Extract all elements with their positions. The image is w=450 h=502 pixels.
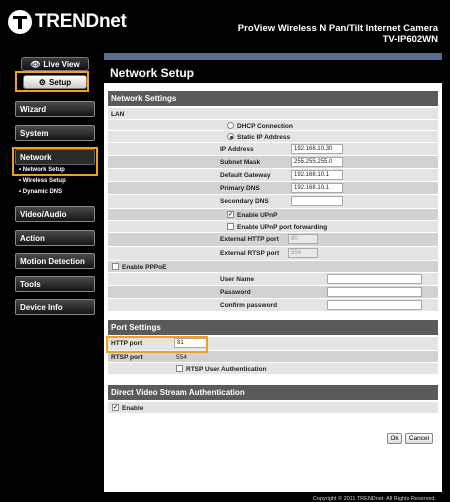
confirm-label: Confirm password	[220, 302, 278, 309]
pppoe-checkbox[interactable]	[112, 263, 119, 270]
setup-highlight	[15, 71, 89, 92]
mask-input[interactable]: 255.255.255.0	[291, 157, 343, 167]
live-view-label: Live View	[43, 59, 80, 69]
ip-label: IP Address	[220, 146, 254, 153]
cancel-button[interactable]: Cancel	[405, 433, 433, 444]
direct-video-enable-row: ✓ Enable	[108, 402, 438, 414]
lan-label: LAN	[111, 111, 125, 118]
pppoe-label: Enable PPPoE	[122, 264, 167, 271]
rtsp-auth-checkbox[interactable]	[176, 365, 183, 372]
rtsp-port-label: RTSP port	[111, 354, 143, 361]
ext-http-row: External HTTP port 80	[108, 233, 438, 247]
ok-button[interactable]: Ok	[387, 433, 402, 444]
menu-system[interactable]: System	[15, 125, 95, 141]
product-name: ProView Wireless N Pan/Tilt Internet Cam…	[237, 23, 438, 34]
trendnet-logo: TRENDnet	[8, 9, 127, 35]
upnp-checkbox[interactable]: ✓	[227, 211, 234, 218]
ip-row: IP Address 192.168.10.30	[108, 143, 438, 156]
ext-http-label: External HTTP port	[220, 236, 279, 243]
upnp-fwd-checkbox[interactable]	[227, 223, 234, 230]
menu-device-info[interactable]: Device Info	[15, 299, 95, 315]
page-title: Network Setup	[104, 60, 442, 83]
gateway-row: Default Gateway 192.168.10.1	[108, 169, 438, 182]
password-input[interactable]	[327, 287, 422, 297]
menu-tools[interactable]: Tools	[15, 276, 95, 292]
upnp-label: Enable UPnP	[237, 212, 278, 219]
submenu-wireless-setup[interactable]: • Wireless Setup	[19, 178, 66, 184]
panel-top-bar	[104, 53, 442, 60]
dns1-input[interactable]: 192.168.10.1	[291, 183, 343, 193]
password-row: Password	[108, 286, 438, 299]
password-label: Password	[220, 289, 251, 296]
dns2-label: Secondary DNS	[220, 198, 269, 205]
gateway-label: Default Gateway	[220, 172, 271, 179]
static-ip-radio[interactable]	[227, 133, 234, 140]
network-highlight	[12, 147, 98, 176]
direct-video-checkbox[interactable]: ✓	[112, 404, 119, 411]
upnp-row: ✓ Enable UPnP	[108, 209, 438, 221]
upnp-fwd-label: Enable UPnP port forwarding	[237, 224, 328, 231]
dhcp-label: DHCP Connection	[237, 123, 293, 130]
ext-rtsp-label: External RTSP port	[220, 250, 280, 257]
dns2-input[interactable]	[291, 196, 343, 206]
product-model: TV-IP602WN	[382, 34, 438, 45]
username-label: User Name	[220, 276, 254, 283]
pppoe-row: Enable PPPoE	[108, 261, 438, 273]
confirm-input[interactable]	[327, 300, 422, 310]
content-panel: Network Setup Network Settings LAN DHCP …	[104, 53, 442, 492]
live-view-button[interactable]: 👁 Live View	[21, 57, 89, 71]
port-settings-header: Port Settings	[108, 320, 438, 335]
network-settings-header: Network Settings	[108, 91, 438, 106]
direct-video-label: Enable	[122, 405, 144, 412]
menu-wizard[interactable]: Wizard	[15, 101, 95, 117]
confirm-row: Confirm password	[108, 299, 438, 312]
menu-video-audio[interactable]: Video/Audio	[15, 206, 95, 222]
brand-name: TRENDnet	[35, 11, 127, 32]
rtsp-auth-row: RTSP User Authentication	[108, 363, 438, 375]
gateway-input[interactable]: 192.168.10.1	[291, 170, 343, 180]
rtsp-port-value: 554	[176, 354, 187, 361]
direct-video-header: Direct Video Stream Authentication	[108, 385, 438, 400]
ext-rtsp-row: External RTSP port 554	[108, 247, 438, 261]
eye-icon: 👁	[30, 59, 41, 69]
ext-http-input[interactable]: 80	[288, 234, 318, 244]
mask-label: Subnet Mask	[220, 159, 261, 166]
ext-rtsp-input[interactable]: 554	[288, 248, 318, 258]
menu-motion-detection[interactable]: Motion Detection	[15, 253, 95, 269]
dns2-row: Secondary DNS	[108, 195, 438, 209]
dns1-row: Primary DNS 192.168.10.1	[108, 182, 438, 195]
submenu-dynamic-dns[interactable]: • Dynamic DNS	[19, 189, 62, 195]
upnp-fwd-row: Enable UPnP port forwarding	[108, 221, 438, 233]
lan-row: LAN	[108, 108, 438, 120]
copyright-footer: Copyright © 2011 TRENDnet. All Rights Re…	[312, 496, 436, 502]
dhcp-radio[interactable]	[227, 122, 234, 129]
static-ip-row: Static IP Address	[108, 131, 438, 143]
http-port-highlight	[106, 336, 208, 353]
menu-action[interactable]: Action	[15, 230, 95, 246]
ip-input[interactable]: 192.168.10.30	[291, 144, 343, 154]
static-ip-label: Static IP Address	[237, 134, 291, 141]
username-row: User Name	[108, 273, 438, 286]
trendnet-logo-icon	[8, 10, 32, 34]
dns1-label: Primary DNS	[220, 185, 260, 192]
mask-row: Subnet Mask 255.255.255.0	[108, 156, 438, 169]
product-title: ProView Wireless N Pan/Tilt Internet Cam…	[238, 23, 438, 45]
rtsp-auth-label: RTSP User Authentication	[186, 366, 267, 373]
dhcp-row: DHCP Connection	[108, 120, 438, 131]
username-input[interactable]	[327, 274, 422, 284]
